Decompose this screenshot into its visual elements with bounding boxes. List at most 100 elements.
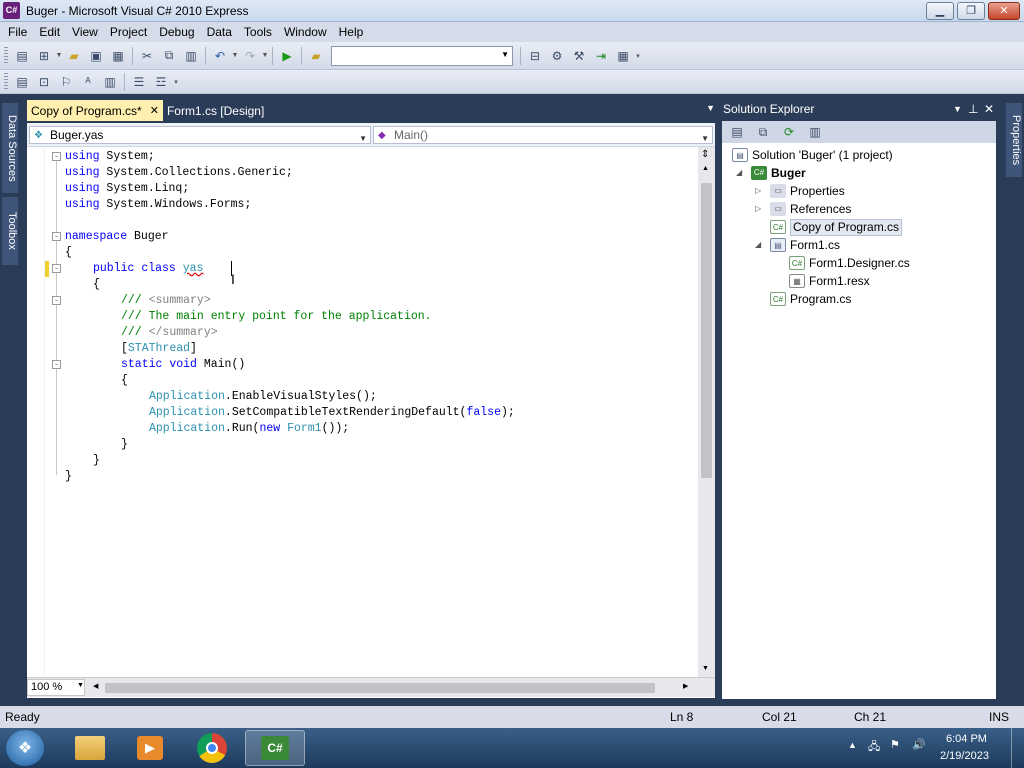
decrease-indent-icon[interactable]: ☰ (129, 73, 149, 91)
add-item-dropdown-icon[interactable]: ▼ (55, 52, 63, 59)
clock-time[interactable]: 6:04 PM (946, 733, 987, 745)
tree-item[interactable]: ▦ Form1.resx (789, 272, 870, 290)
menu-window[interactable]: Window (278, 22, 333, 42)
refresh-icon[interactable]: ⟳ (779, 123, 799, 141)
collapse-region-icon[interactable]: - (52, 296, 61, 305)
display-quick-info-icon[interactable]: ⚐ (56, 73, 76, 91)
scroll-right-icon[interactable]: ▶ (683, 682, 688, 690)
close-icon[interactable]: ✕ (984, 99, 994, 119)
tab-copy-of-program[interactable]: Copy of Program.cs* ✕ (27, 100, 163, 121)
collapse-region-icon[interactable]: - (52, 264, 61, 273)
tree-item[interactable]: ▭ References (770, 200, 851, 218)
start-button[interactable]: ❖ (6, 730, 44, 766)
window-position-dropdown-icon[interactable]: ▼ (953, 99, 962, 119)
code-line[interactable]: using System; (65, 149, 155, 165)
add-item-icon[interactable]: ⊞ (34, 47, 54, 65)
taskbar-explorer[interactable] (60, 730, 120, 766)
tree-item[interactable]: C# Copy of Program.cs (770, 218, 903, 236)
code-line[interactable]: namespace Buger (65, 229, 169, 245)
save-icon[interactable]: ▣ (86, 47, 106, 65)
toolbar-options-icon[interactable]: ▾ (172, 78, 180, 86)
taskbar-media-player[interactable]: ▶ (120, 730, 180, 766)
code-line[interactable]: /// </summary> (121, 325, 218, 341)
tree-item[interactable]: ▤ Solution 'Buger' (1 project) (732, 146, 893, 164)
code-editor[interactable]: ❖ Buger.yas ▼ ◆ Main() ▼ - - - - - using Sys… (27, 123, 715, 698)
menu-edit[interactable]: Edit (33, 22, 66, 42)
pin-icon[interactable]: ⊥ (968, 99, 978, 119)
code-line[interactable]: public class yas (93, 261, 203, 277)
find-in-files-icon[interactable]: ▰ (306, 47, 326, 65)
undo-icon[interactable]: ↶ (210, 47, 230, 65)
collapse-arrow-icon[interactable]: ◢ (736, 168, 742, 177)
expand-arrow-icon[interactable]: ▷ (755, 186, 761, 195)
code-line[interactable]: { (93, 277, 100, 293)
display-word-completion-icon[interactable]: ᴬ (78, 73, 98, 91)
taskbar-visual-csharp[interactable]: C# (245, 730, 305, 766)
redo-icon[interactable]: ↷ (240, 47, 260, 65)
display-parameter-info-icon[interactable]: ⊡ (34, 73, 54, 91)
undo-dropdown-icon[interactable]: ▼ (231, 52, 239, 59)
code-line[interactable]: /// The main entry point for the applica… (121, 309, 432, 325)
vertical-scrollbar[interactable]: ⇕ ▲ ▼ (698, 147, 715, 677)
open-file-icon[interactable]: ▰ (64, 47, 84, 65)
horizontal-scroll-thumb[interactable] (105, 683, 655, 693)
show-all-files-icon[interactable]: ⧉ (753, 123, 773, 141)
expand-arrow-icon[interactable]: ▷ (755, 204, 761, 213)
code-line[interactable]: } (93, 453, 100, 469)
split-handle-icon[interactable]: ⇕ (701, 149, 709, 160)
scroll-down-icon[interactable]: ▼ (702, 665, 709, 672)
properties-window-icon[interactable]: ⚙ (547, 47, 567, 65)
types-dropdown[interactable]: ❖ Buger.yas ▼ (29, 126, 371, 144)
new-project-icon[interactable]: ▤ (12, 47, 32, 65)
close-tab-icon[interactable]: ✕ (150, 101, 159, 121)
volume-icon[interactable]: 🔊 (912, 738, 926, 751)
network-icon[interactable]: 🖧 (868, 738, 880, 757)
increase-indent-icon[interactable]: ☲ (151, 73, 171, 91)
menu-tools[interactable]: Tools (238, 22, 278, 42)
solution-explorer-icon[interactable]: ⊟ (525, 47, 545, 65)
restore-button[interactable]: ❐ (957, 2, 985, 20)
menu-view[interactable]: View (66, 22, 104, 42)
code-line[interactable]: } (121, 437, 128, 453)
visual-csharp-app-icon[interactable]: C# (3, 2, 20, 19)
code-line[interactable]: Application.EnableVisualStyles(); (149, 389, 377, 405)
properties-icon[interactable]: ▤ (727, 123, 747, 141)
code-line[interactable]: using System.Windows.Forms; (65, 197, 251, 213)
toolbar-grip[interactable] (4, 46, 8, 65)
zoom-dropdown-icon[interactable]: ▼ (77, 682, 84, 689)
format-document-icon[interactable]: ▥ (100, 73, 120, 91)
active-files-dropdown-icon[interactable]: ▼ (706, 103, 715, 113)
collapse-region-icon[interactable]: - (52, 360, 61, 369)
display-object-members-icon[interactable]: ▤ (12, 73, 32, 91)
menu-help[interactable]: Help (333, 22, 370, 42)
close-button[interactable]: ✕ (988, 2, 1020, 20)
code-line[interactable]: Application.Run(new Form1()); (149, 421, 349, 437)
tab-form1-design[interactable]: Form1.cs [Design] (163, 100, 268, 121)
menu-data[interactable]: Data (201, 22, 238, 42)
menu-file[interactable]: File (2, 22, 33, 42)
menu-project[interactable]: Project (104, 22, 153, 42)
save-all-icon[interactable]: ▦ (108, 47, 128, 65)
view-code-icon[interactable]: ▥ (805, 123, 825, 141)
action-center-icon[interactable]: ⚑ (890, 738, 900, 751)
code-text-area[interactable]: using System; using System.Collections.Ge… (65, 147, 705, 677)
tree-item[interactable]: C# Form1.Designer.cs (789, 254, 910, 272)
paste-icon[interactable]: ▥ (181, 47, 201, 65)
clock-date[interactable]: 2/19/2023 (940, 750, 989, 762)
tree-item[interactable]: ▭ Properties (770, 182, 845, 200)
cut-icon[interactable]: ✂ (137, 47, 157, 65)
collapse-region-icon[interactable]: - (52, 152, 61, 161)
menu-debug[interactable]: Debug (153, 22, 200, 42)
code-line[interactable]: using System.Linq; (65, 181, 189, 197)
code-line[interactable]: { (121, 373, 128, 389)
properties-tab[interactable]: Properties (1006, 103, 1022, 177)
tree-item[interactable]: ▤ Form1.cs (770, 236, 840, 254)
start-page-icon[interactable]: ⇥ (591, 47, 611, 65)
members-dropdown[interactable]: ◆ Main() ▼ (373, 126, 713, 144)
tree-item[interactable]: C# Buger (751, 164, 806, 182)
extension-manager-icon[interactable]: ▦ (613, 47, 633, 65)
toolbox-tab[interactable]: Toolbox (2, 197, 18, 265)
toolbox-icon[interactable]: ⚒ (569, 47, 589, 65)
scroll-up-icon[interactable]: ▲ (702, 165, 709, 172)
scroll-left-icon[interactable]: ◀ (93, 682, 98, 690)
